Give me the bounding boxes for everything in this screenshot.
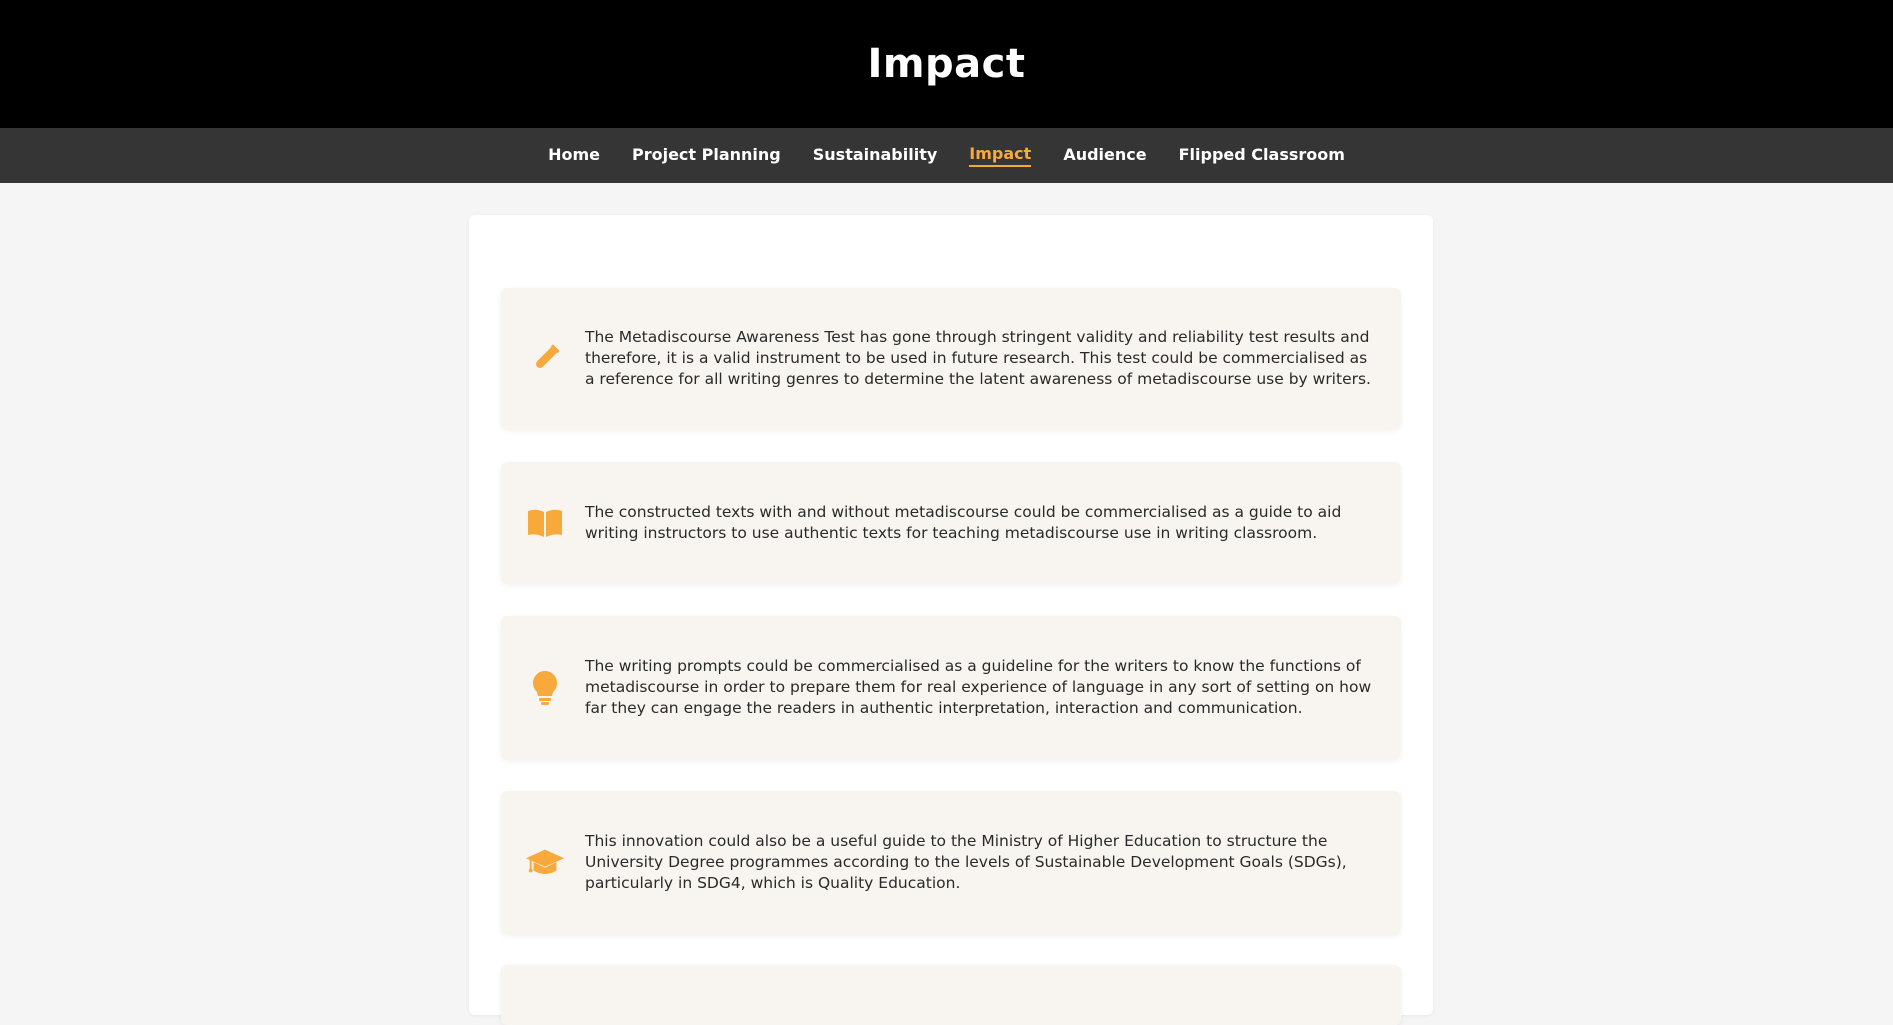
impact-card: [501, 965, 1401, 1025]
page-title: Impact: [867, 41, 1026, 87]
nav-link-home[interactable]: Home: [548, 145, 600, 166]
nav-link-project-planning[interactable]: Project Planning: [632, 145, 781, 166]
content-panel: The Metadiscourse Awareness Test has gon…: [469, 215, 1433, 1025]
card-text: The writing prompts could be commerciali…: [585, 657, 1372, 717]
impact-card: The constructed texts with and without m…: [501, 462, 1401, 583]
main-nav: Home Project Planning Sustainability Imp…: [0, 128, 1893, 183]
lightbulb-icon: [525, 668, 565, 708]
graduation-cap-icon: [525, 843, 565, 883]
nav-link-impact[interactable]: Impact: [969, 144, 1032, 167]
nav-link-flipped-classroom[interactable]: Flipped Classroom: [1179, 145, 1345, 166]
book-icon: [525, 503, 565, 543]
nav-link-audience[interactable]: Audience: [1063, 145, 1146, 166]
card-text: The constructed texts with and without m…: [585, 502, 1342, 542]
impact-card: The Metadiscourse Awareness Test has gon…: [501, 288, 1401, 429]
site-header: Impact: [0, 0, 1893, 128]
nav-link-sustainability[interactable]: Sustainability: [813, 145, 938, 166]
test-tube-icon: [525, 339, 565, 379]
impact-card: This innovation could also be a useful g…: [501, 791, 1401, 934]
impact-card: The writing prompts could be commerciali…: [501, 616, 1401, 759]
card-text: This innovation could also be a useful g…: [585, 832, 1347, 892]
card-text: The Metadiscourse Awareness Test has gon…: [585, 328, 1371, 388]
